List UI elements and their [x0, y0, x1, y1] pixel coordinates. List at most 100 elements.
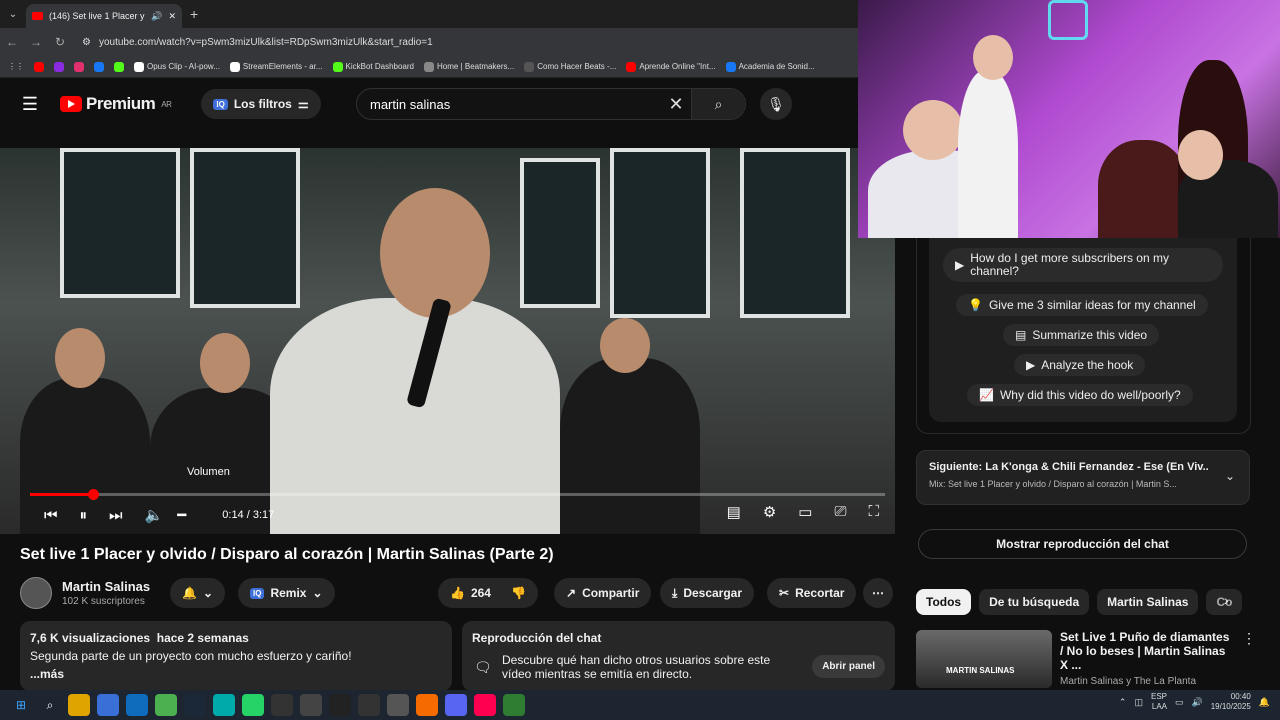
network-icon[interactable]: ▭ — [1175, 697, 1184, 708]
youtube-bookmark-icon[interactable] — [34, 61, 44, 72]
browser-tab[interactable]: (146) Set live 1 Placer y olvi 🔊 ✕ — [26, 4, 182, 28]
recommended-video[interactable]: MARTIN SALINAS Set Live 1 Puño de diaman… — [916, 630, 1256, 690]
capcut-icon[interactable] — [329, 694, 351, 716]
url-field[interactable]: youtube.com/watch?v=pSwm3mizUlk&list=RDp… — [99, 37, 433, 48]
edge-icon[interactable] — [213, 694, 235, 716]
whatsapp-icon[interactable] — [242, 694, 264, 716]
forward-icon[interactable]: → — [24, 35, 48, 49]
fullscreen-icon[interactable]: ⛶ — [868, 503, 879, 521]
app-icon[interactable] — [387, 694, 409, 716]
voice-search-button[interactable]: 🎙 — [760, 88, 792, 120]
clear-search-icon[interactable]: ✕ — [661, 94, 691, 115]
cast-icon[interactable]: ⎚ — [834, 503, 846, 521]
file-explorer-icon[interactable] — [68, 694, 90, 716]
chevron-down-icon[interactable]: ⌄ — [1225, 469, 1235, 483]
apps-icon[interactable]: ⋮⋮ — [8, 62, 24, 71]
audio-icon[interactable]: 🔊 — [151, 11, 162, 22]
chrome-icon[interactable] — [155, 694, 177, 716]
youtube-logo[interactable]: Premium AR — [60, 94, 172, 114]
chatgpt-icon[interactable] — [358, 694, 380, 716]
volume-slider[interactable]: ━ — [177, 506, 186, 524]
video-title: Set live 1 Placer y olvido / Disparo al … — [20, 546, 554, 563]
instagram-bookmark-icon[interactable] — [74, 61, 84, 72]
description-box[interactable]: 7,6 K visualizaciones hace 2 semanas Seg… — [20, 621, 452, 691]
thumbs-down-icon[interactable]: 👎 — [511, 586, 526, 600]
more-options-icon[interactable]: ⋮ — [1242, 630, 1256, 690]
video-thumbnail[interactable]: MARTIN SALINAS — [916, 630, 1052, 688]
bookmark-item[interactable]: Aprende Online "Int... — [626, 61, 716, 72]
tab-title: (146) Set live 1 Placer y olvi — [49, 11, 145, 21]
discord-icon[interactable] — [445, 694, 467, 716]
facebook-bookmark-icon[interactable] — [94, 61, 104, 72]
up-next-panel[interactable]: Siguiente: La K'onga & Chili Fernandez -… — [916, 450, 1250, 505]
search-button[interactable]: ⌕ — [691, 89, 745, 119]
back-icon[interactable]: ← — [0, 35, 24, 49]
search-icon[interactable]: ⌕ — [39, 694, 61, 716]
notification-icon[interactable]: 🔔 — [1259, 697, 1270, 708]
chip-all[interactable]: Todos — [916, 589, 972, 615]
brave-icon[interactable] — [416, 694, 438, 716]
progress-bar[interactable] — [30, 489, 885, 500]
next-icon[interactable]: ⏭ — [109, 507, 123, 524]
subtitles-icon[interactable]: ▤ — [727, 503, 741, 521]
background-window — [60, 148, 180, 298]
kick-bookmark-icon[interactable] — [114, 61, 124, 72]
store-icon[interactable] — [97, 694, 119, 716]
ai-suggestion-chip[interactable]: ▶ Analyze the hook — [1014, 354, 1146, 376]
show-more-link[interactable]: ...más — [30, 667, 442, 681]
chip-martin-salinas[interactable]: Martin Salinas — [1097, 589, 1199, 615]
bookmark-item[interactable]: Home | Beatmakers... — [424, 61, 514, 72]
tab-search-icon[interactable]: ⌄ — [0, 9, 26, 20]
menu-icon[interactable]: ☰ — [0, 94, 60, 115]
search-input[interactable]: martin salinas — [357, 97, 661, 112]
theater-mode-icon[interactable]: ▭ — [798, 503, 812, 521]
language-indicator[interactable]: ESP LAA — [1151, 692, 1167, 712]
tray-chevron-icon[interactable]: ⌃ — [1119, 697, 1127, 708]
ai-suggestion-chip[interactable]: 💡 Give me 3 similar ideas for my channel — [956, 294, 1208, 316]
progress-scrubber[interactable] — [88, 489, 99, 500]
new-tab-button[interactable]: + — [190, 6, 198, 22]
twitch-bookmark-icon[interactable] — [54, 61, 64, 72]
download-button[interactable]: ⤓ Descargar — [660, 578, 755, 608]
previous-icon[interactable]: ⏮ — [44, 507, 58, 524]
reload-icon[interactable]: ↻ — [48, 35, 72, 49]
remix-button[interactable]: IQ Remix ⌄ — [238, 578, 335, 608]
more-actions-button[interactable]: ⋯ — [863, 578, 893, 608]
chip-from-search[interactable]: De tu búsqueda — [979, 589, 1090, 615]
close-tab-icon[interactable]: ✕ — [168, 11, 176, 22]
volume-icon[interactable]: 🔈 — [145, 506, 164, 524]
bookmark-item[interactable]: Como Hacer Beats -... — [524, 61, 616, 72]
ai-suggestion-chip[interactable]: 📈 Why did this video do well/poorly? — [967, 384, 1193, 406]
tiktok-icon[interactable] — [474, 694, 496, 716]
windows-start-icon[interactable]: ⊞ — [10, 694, 32, 716]
channel-name[interactable]: Martin Salinas — [62, 579, 150, 594]
subscribe-notifications-button[interactable]: 🔔 ⌄ — [170, 578, 226, 608]
epic-games-icon[interactable] — [271, 694, 293, 716]
share-button[interactable]: ↗ Compartir — [554, 578, 652, 608]
pause-icon[interactable]: ⏸ — [80, 507, 88, 524]
open-panel-button[interactable]: Abrir panel — [812, 655, 885, 678]
channel-avatar[interactable] — [20, 577, 52, 609]
video-player[interactable]: Volumen ⏮ ⏸ ⏭ 🔈 ━ 0:14 / 3:17 ▤ ⚙ ▭ ⎚ ⛶ — [0, 148, 895, 534]
up-next-title: Siguiente: La K'onga & Chili Fernandez -… — [929, 461, 1209, 473]
bookmark-item[interactable]: Opus Clip - AI-pow... — [134, 61, 220, 72]
show-chat-replay-button[interactable]: Mostrar reproducción del chat — [918, 529, 1247, 559]
tray-apps-icon[interactable]: ◫ — [1134, 697, 1143, 708]
bookmark-item[interactable]: Academia de Sonid... — [725, 61, 815, 72]
bookmark-item[interactable]: KickBot Dashboard — [332, 61, 414, 72]
like-button[interactable]: 👍 264 👎 — [438, 578, 538, 608]
ai-suggestion-chip[interactable]: ▶ How do I get more subscribers on my cha… — [943, 248, 1223, 282]
filters-button[interactable]: IQ Los filtros ⚌ — [201, 89, 321, 119]
steam-icon[interactable] — [184, 694, 206, 716]
settings-icon[interactable]: ⚙ — [763, 503, 776, 521]
app-icon[interactable] — [300, 694, 322, 716]
bookmark-item[interactable]: StreamElements - ar... — [229, 61, 323, 72]
ai-suggestion-chip[interactable]: ▤ Summarize this video — [1003, 324, 1160, 346]
outlook-icon[interactable] — [126, 694, 148, 716]
clip-button[interactable]: ✂ Recortar — [767, 578, 857, 608]
site-info-icon[interactable]: ⚙ — [82, 37, 91, 48]
xbox-icon[interactable] — [503, 694, 525, 716]
clock[interactable]: 00:40 19/10/2025 — [1211, 692, 1251, 712]
chevron-right-icon[interactable]: › — [1224, 592, 1229, 608]
speaker-icon[interactable]: 🔊 — [1192, 697, 1203, 708]
